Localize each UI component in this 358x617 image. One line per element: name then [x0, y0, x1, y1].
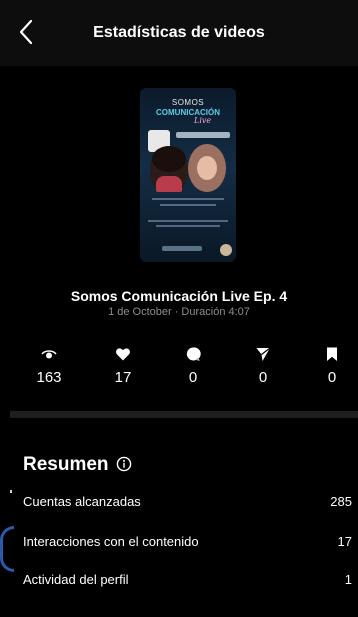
thumbnail-caption-line: [152, 198, 224, 200]
summary-title: Resumen: [23, 454, 109, 475]
stat-views: 163: [19, 346, 79, 386]
stat-value: 0: [327, 369, 337, 386]
stat-saves: 0: [302, 346, 358, 386]
edge-overlay-dot: [10, 490, 12, 493]
thumbnail-social-icons: [162, 246, 202, 251]
page-title: Estadísticas de videos: [93, 24, 265, 41]
thumbnail-caption-line: [148, 220, 228, 222]
thumbnail-person-right: [188, 144, 226, 192]
row-label: Interacciones con el contenido: [23, 534, 199, 549]
thumbnail-line3: Live: [194, 116, 212, 125]
eye-icon: [41, 350, 57, 359]
row-label: Actividad del perfil: [23, 572, 129, 587]
summary-row-interactions[interactable]: Interacciones con el contenido 17: [23, 534, 352, 554]
send-icon: [256, 347, 271, 361]
stat-value: 0: [188, 369, 198, 386]
thumbnail-caption-line: [160, 204, 216, 206]
heart-icon: [116, 348, 130, 361]
stat-value: 17: [114, 369, 132, 386]
stat-likes: 17: [93, 346, 153, 386]
stat-value: 0: [258, 369, 268, 386]
video-thumbnail[interactable]: SOMOS COMUNICACIÓN Live: [140, 88, 236, 262]
bookmark-icon: [327, 347, 337, 361]
summary-row-profile-activity[interactable]: Actividad del perfil 1: [23, 572, 352, 592]
row-value: 17: [337, 534, 352, 549]
thumbnail-line1: SOMOS: [171, 98, 205, 107]
video-meta: 1 de October · Duración 4:07: [108, 306, 250, 318]
row-value: 285: [330, 494, 352, 509]
thumbnail-avatar: [220, 244, 232, 256]
row-label: Cuentas alcanzadas: [23, 494, 141, 509]
stat-value: 163: [36, 369, 62, 386]
stat-comments: 0: [163, 346, 223, 386]
info-icon[interactable]: [116, 456, 132, 472]
thumbnail-line2: COMUNICACIÓN: [156, 108, 220, 117]
row-value: 1: [344, 572, 352, 587]
section-divider: [10, 411, 358, 418]
app-header: Estadísticas de videos: [0, 0, 358, 66]
comment-icon: [186, 347, 201, 361]
thumbnail-person-left: [150, 146, 188, 192]
stat-shares: 0: [233, 346, 293, 386]
edge-overlay-mark: [0, 526, 14, 572]
thumbnail-banner: [176, 132, 230, 138]
thumbnail-caption-line: [156, 225, 220, 227]
summary-row-accounts-reached[interactable]: Cuentas alcanzadas 285: [23, 494, 352, 514]
video-title: Somos Comunicación Live Ep. 4: [70, 288, 288, 304]
